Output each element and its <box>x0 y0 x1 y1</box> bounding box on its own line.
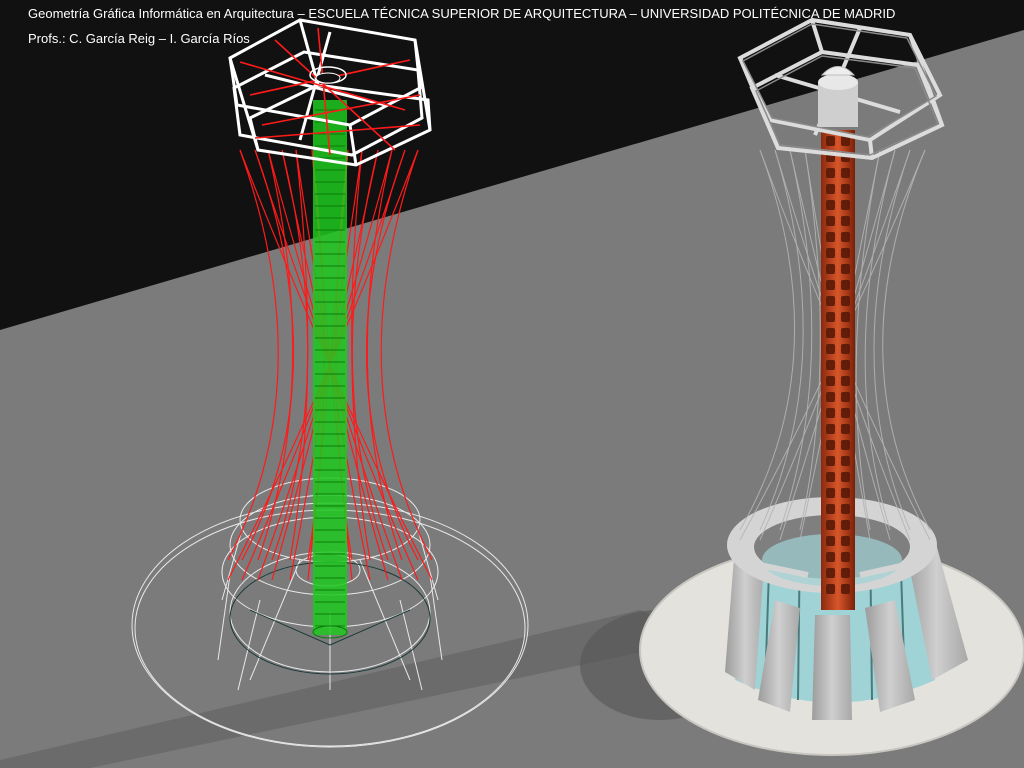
header-title: Geometría Gráfica Informática en Arquite… <box>28 6 896 21</box>
tower-illustration <box>0 0 1024 768</box>
rendered-core <box>821 130 855 610</box>
dark-backdrop <box>0 0 1024 330</box>
header-professors: Profs.: C. García Reig – I. García Ríos <box>28 31 250 46</box>
rendered-tower <box>639 17 1024 756</box>
wireframe-core <box>312 100 348 639</box>
